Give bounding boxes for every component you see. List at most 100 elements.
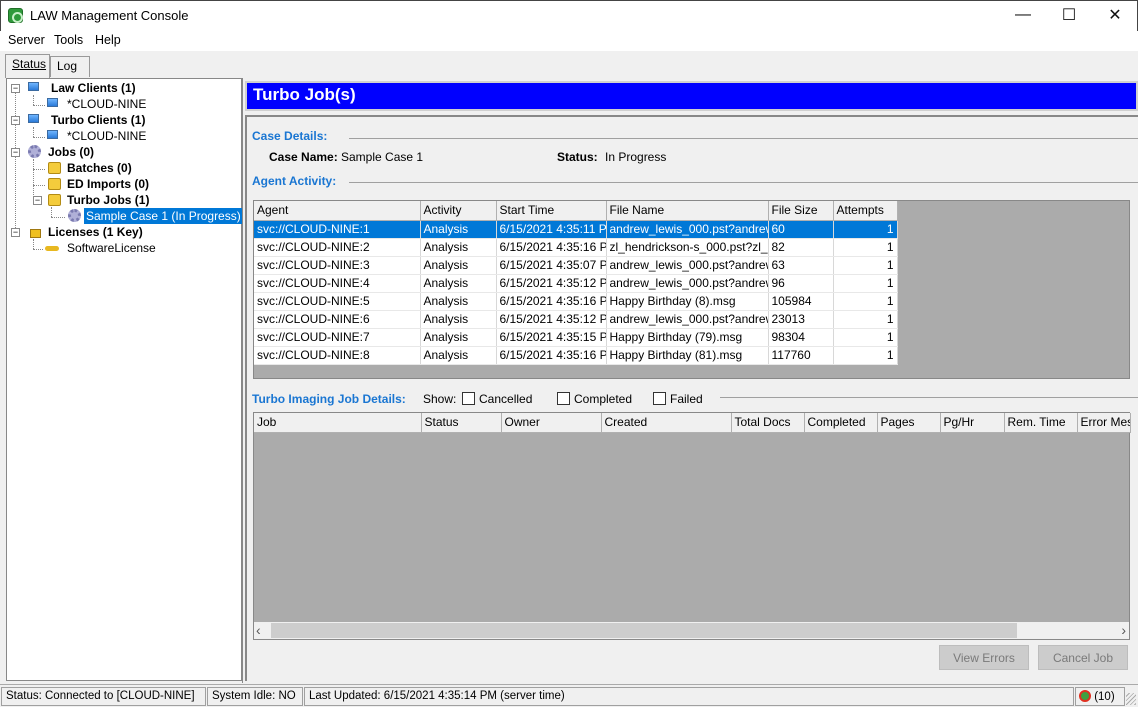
maximize-button[interactable]: ☐ [1046, 0, 1092, 30]
table-row[interactable]: svc://CLOUD-NINE:1 Analysis 6/15/2021 4:35… [254, 220, 898, 239]
refresh-status[interactable]: (10) [1075, 687, 1125, 706]
folder-icon [48, 178, 61, 190]
collapse-toggle[interactable]: − [11, 116, 20, 125]
tab-log-label: Log [57, 59, 78, 73]
column-header[interactable]: Attempts [833, 201, 898, 221]
failed-label: Failed [670, 392, 703, 406]
table-cell: 6/15/2021 4:35:12 PM [496, 310, 607, 329]
table-cell: svc://CLOUD-NINE:8 [254, 346, 421, 365]
agent-activity-grid[interactable]: Agent Activity Start Time File Name File Siz… [253, 200, 1130, 379]
column-header[interactable]: Total Docs [731, 413, 805, 433]
tree-node-turbo-jobs[interactable]: Turbo Jobs (1) [67, 192, 149, 208]
tree-node-jobs[interactable]: Jobs (0) [48, 144, 94, 160]
tree-node-turbo-client-cloud-nine[interactable]: *CLOUD-NINE [67, 128, 146, 144]
minimize-button[interactable]: — [1000, 0, 1046, 30]
completed-checkbox[interactable] [557, 392, 570, 405]
table-cell: 6/15/2021 4:35:15 PM [496, 328, 607, 347]
filter-completed[interactable]: Completed [557, 392, 632, 406]
collapse-toggle[interactable]: − [11, 84, 20, 93]
column-header[interactable]: Rem. Time [1004, 413, 1078, 433]
key-icon [45, 246, 59, 251]
table-row[interactable]: svc://CLOUD-NINE:6 Analysis 6/15/2021 4:35… [254, 310, 898, 329]
tree-node-law-clients[interactable]: Law Clients (1) [51, 80, 136, 96]
scroll-right-arrow[interactable]: › [1112, 622, 1126, 639]
table-cell: Analysis [420, 346, 497, 365]
gears-icon [28, 145, 41, 158]
column-header[interactable]: Completed [804, 413, 878, 433]
tree-line [33, 185, 45, 186]
case-name-label: Case Name: [269, 150, 338, 164]
tree-line [33, 137, 45, 138]
resize-grip[interactable] [1126, 693, 1136, 705]
column-header[interactable]: Start Time [496, 201, 607, 221]
column-header[interactable]: File Size [768, 201, 834, 221]
collapse-toggle[interactable]: − [33, 196, 42, 205]
menu-tools[interactable]: Tools [54, 33, 83, 47]
scrollbar-thumb[interactable] [271, 623, 1017, 638]
table-row[interactable]: svc://CLOUD-NINE:8 Analysis 6/15/2021 4:35… [254, 346, 898, 365]
table-cell: 6/15/2021 4:35:12 PM [496, 274, 607, 293]
column-header[interactable]: Job [254, 413, 422, 433]
collapse-toggle[interactable]: − [11, 148, 20, 157]
computer-running-icon [47, 98, 58, 107]
failed-checkbox[interactable] [653, 392, 666, 405]
table-cell: svc://CLOUD-NINE:4 [254, 274, 421, 293]
tree-node-batches[interactable]: Batches (0) [67, 160, 132, 176]
view-errors-button[interactable]: View Errors [939, 645, 1029, 670]
table-row[interactable]: svc://CLOUD-NINE:4 Analysis 6/15/2021 4:35… [254, 274, 898, 293]
tree-node-sample-case-1[interactable]: Sample Case 1 (In Progress) [84, 208, 243, 224]
computer-icon [28, 114, 39, 123]
tree-node-licenses[interactable]: Licenses (1 Key) [48, 224, 143, 240]
scroll-left-arrow[interactable]: ‹ [256, 622, 270, 639]
column-header[interactable]: Status [421, 413, 502, 433]
imaging-jobs-table[interactable]: Job Status Owner Created Total Docs Completed… [254, 413, 1131, 433]
tab-status[interactable]: Status [5, 54, 50, 78]
table-cell: 1 [833, 346, 898, 365]
column-header[interactable]: Activity [420, 201, 497, 221]
close-button[interactable]: ✕ [1092, 0, 1138, 30]
table-cell: 6/15/2021 4:35:16 PM [496, 292, 607, 311]
table-row[interactable]: svc://CLOUD-NINE:7 Analysis 6/15/2021 4:35… [254, 328, 898, 347]
computer-icon [28, 82, 39, 91]
computer-running-icon [47, 130, 58, 139]
tree-node-software-license[interactable]: SoftwareLicense [67, 240, 156, 256]
column-header[interactable]: Pages [877, 413, 941, 433]
menu-server[interactable]: Server [8, 33, 45, 47]
table-cell: 6/15/2021 4:35:11 PM [496, 220, 607, 239]
agent-activity-table[interactable]: Agent Activity Start Time File Name File Siz… [254, 201, 898, 365]
filter-cancelled[interactable]: Cancelled [462, 392, 532, 406]
table-cell: 98304 [768, 328, 834, 347]
tree-node-turbo-clients[interactable]: Turbo Clients (1) [51, 112, 145, 128]
column-header[interactable]: Pg/Hr [940, 413, 1005, 433]
table-cell: Analysis [420, 220, 497, 239]
table-row[interactable]: svc://CLOUD-NINE:3 Analysis 6/15/2021 4:35… [254, 256, 898, 275]
column-header[interactable]: Error Message [1077, 413, 1131, 433]
collapse-toggle[interactable]: − [11, 228, 20, 237]
table-cell: 6/15/2021 4:35:16 PM [496, 238, 607, 257]
table-row[interactable]: svc://CLOUD-NINE:2 Analysis 6/15/2021 4:35… [254, 238, 898, 257]
tab-log[interactable]: Log [50, 56, 90, 77]
table-cell: andrew_lewis_000.pst?andrew [606, 256, 769, 275]
imaging-jobs-grid[interactable]: Job Status Owner Created Total Docs Completed… [253, 412, 1131, 640]
folder-icon [48, 162, 61, 174]
tree-line [51, 217, 65, 218]
filter-failed[interactable]: Failed [653, 392, 703, 406]
menu-help[interactable]: Help [95, 33, 121, 47]
column-header[interactable]: Owner [501, 413, 602, 433]
horizontal-scrollbar[interactable]: ‹ › [254, 622, 1129, 639]
tree-node-law-client-cloud-nine[interactable]: *CLOUD-NINE [67, 96, 146, 112]
status-label: Status: [557, 150, 598, 164]
table-cell: 105984 [768, 292, 834, 311]
column-header[interactable]: Created [601, 413, 732, 433]
cancelled-checkbox[interactable] [462, 392, 475, 405]
case-name-value: Sample Case 1 [341, 150, 424, 164]
table-row[interactable]: svc://CLOUD-NINE:5 Analysis 6/15/2021 4:35… [254, 292, 898, 311]
column-header[interactable]: Agent [254, 201, 421, 221]
separator [349, 138, 1138, 139]
navigation-tree[interactable]: − Law Clients (1) *CLOUD-NINE − Turbo Cl… [6, 78, 243, 681]
cancel-job-button[interactable]: Cancel Job [1038, 645, 1128, 670]
tree-node-ed-imports[interactable]: ED Imports (0) [67, 176, 149, 192]
column-header[interactable]: File Name [606, 201, 769, 221]
tree-line [33, 105, 45, 106]
table-cell: andrew_lewis_000.pst?andrew [606, 220, 769, 239]
